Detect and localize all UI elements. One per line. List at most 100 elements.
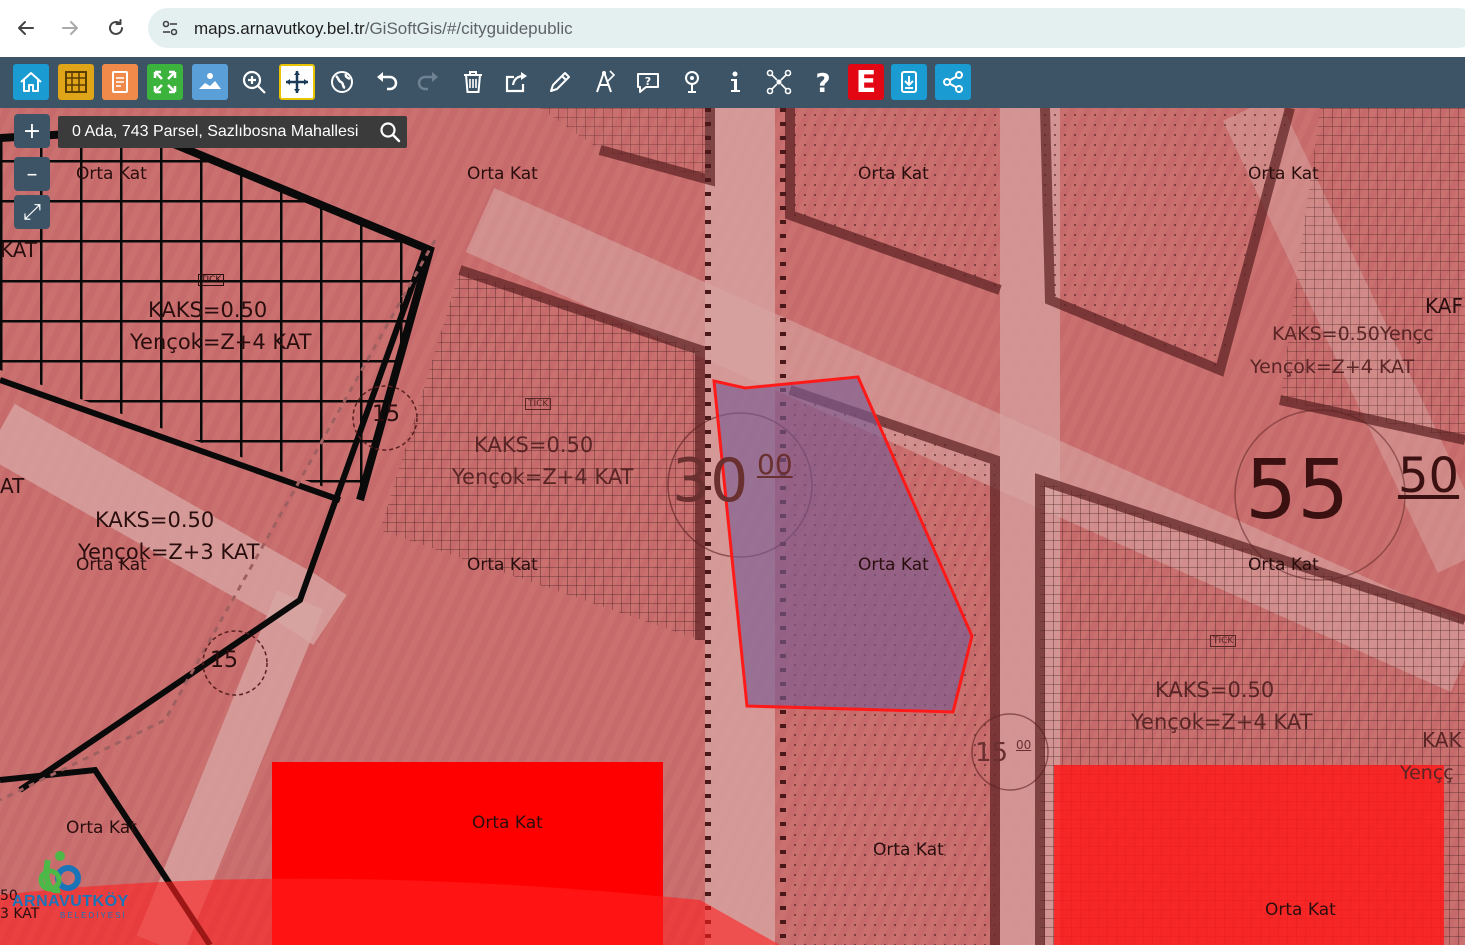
network-button[interactable] [761,64,797,100]
map-toolbar: ? ? E [0,57,1465,108]
kaks-label: KAKS=0.50Yençc [1272,323,1434,345]
search-query-text[interactable]: 0 Ada, 743 Parsel, Sazlıbosna Mahallesi [72,123,358,141]
arrow-left-icon [18,21,34,35]
share-button[interactable] [935,64,971,100]
url-path: /GiSoftGis/#/cityguidepublic [364,19,573,38]
tick-label: TİCK [525,398,552,410]
url-text[interactable]: maps.arnavutkoy.bel.tr/GiSoftGis/#/cityg… [194,19,573,39]
draw-button[interactable] [542,64,578,100]
help-button[interactable]: ? [805,64,841,100]
zone-label: Orta Kat [76,164,147,184]
zone-label: Orta Kat [472,813,543,833]
kaks-label: KAKS=0.50 [95,508,215,532]
yencok-label: Yençok=Z+4 KAT [1131,710,1313,734]
zone-label: Orta Kat [1248,555,1319,575]
full-extent-button[interactable] [147,64,183,100]
home-button[interactable] [13,64,49,100]
zone-label: Orta Kat [1248,164,1319,184]
trash-icon [464,71,482,93]
comment-button[interactable]: ? [630,64,666,100]
zoom-in-button[interactable]: + [14,114,50,148]
parcel-search-box[interactable]: 0 Ada, 743 Parsel, Sazlıbosna Mahallesi [58,116,407,148]
export-button[interactable] [499,64,535,100]
tick-label: TİCK [198,274,225,286]
network-icon [766,69,792,95]
yencok-label: Yençok=Z+3 KAT [78,540,260,564]
kat-label: KAF [1425,294,1463,318]
yencok-label: Yençok=Z+4 KAT [1250,356,1415,378]
share-out-icon [505,72,527,93]
redo-button[interactable] [411,64,447,100]
road-width-label: 15 [210,648,238,673]
map-canvas[interactable]: Orta Kat Orta Kat Orta Kat Orta Kat Orta… [0,108,1465,945]
home-icon [20,72,42,92]
comment-icon: ? [637,73,659,93]
share-icon [943,71,963,93]
road-width-label: 55 [1245,443,1350,538]
logo-subtitle: BELEDİYESİ [60,911,127,920]
kak-label: KAK [1422,728,1462,752]
fullscreen-button[interactable]: ⤢ [14,195,50,229]
zoom-in-tool[interactable] [236,64,272,100]
address-bar[interactable]: maps.arnavutkoy.bel.tr/GiSoftGis/#/cityg… [148,8,1465,48]
location-button[interactable] [674,64,710,100]
map-layers-button[interactable] [192,64,228,100]
yencok-label: Yençok=Z+4 KAT [452,465,634,489]
road-width-label: 15 [372,402,400,427]
pan-tool[interactable] [279,64,315,100]
e-government-icon: E [855,64,877,100]
kaks-label: KAKS=0.50 [148,298,268,322]
road-width-label: 30 [672,446,749,516]
url-domain: maps.arnavutkoy.bel.tr [194,19,365,38]
logo-name: ARNAVUTKÖY [12,893,129,910]
zone-label: Orta Kat [1265,900,1336,920]
undo-icon [377,72,398,91]
kaks-label: KAKS=0.50 [1155,678,1275,702]
download-document-icon [901,71,917,93]
parcel-button[interactable] [58,64,94,100]
globe-tool[interactable] [324,64,360,100]
road-width-small-label: 00 [757,448,793,481]
zoom-out-button[interactable]: – [14,157,50,191]
svg-text:?: ? [645,75,651,88]
location-pin-icon [685,71,699,93]
zone-label: Orta Kat [858,555,929,575]
yencok-label: Yençç [1400,762,1454,784]
tick-label: TİCK [1210,635,1237,647]
pan-icon [286,71,308,93]
reload-button[interactable] [100,12,132,44]
help-icon: ? [815,69,830,96]
e-government-button[interactable]: E [848,64,884,100]
download-document-button[interactable] [891,64,927,100]
zone-label: Orta Kat [873,840,944,860]
forward-button[interactable] [54,12,86,44]
report-icon [112,71,128,93]
parcel-grid-icon [65,71,87,93]
yencok-label: Yençok=Z+4 KAT [130,330,312,354]
map-layers-icon [199,73,221,89]
kat-label: KAT [0,238,38,262]
report-button[interactable] [102,64,138,100]
reload-icon [109,19,123,35]
road-width-label: 15 [975,738,1009,768]
browser-chrome: maps.arnavutkoy.bel.tr/GiSoftGis/#/cityg… [0,0,1465,57]
zone-label: Orta Kat [467,555,538,575]
arrow-right-icon [62,21,78,35]
zone-label: Orta Kat [66,818,137,838]
svg-text:?: ? [815,69,830,96]
kaks-label: KAKS=0.50 [474,433,594,457]
zone-label: Orta Kat [858,164,929,184]
back-button[interactable] [10,12,42,44]
site-settings-icon[interactable] [160,18,180,38]
zoom-in-icon [242,70,266,94]
delete-button[interactable] [455,64,491,100]
search-icon[interactable] [379,121,401,143]
info-button[interactable] [717,64,753,100]
zone-label: Orta Kat [467,164,538,184]
measure-button[interactable] [586,64,622,100]
measure-icon [596,70,616,93]
undo-button[interactable] [368,64,404,100]
pencil-icon [550,72,570,92]
road-width-small-label: 50 [1398,448,1460,504]
info-icon [731,71,740,92]
